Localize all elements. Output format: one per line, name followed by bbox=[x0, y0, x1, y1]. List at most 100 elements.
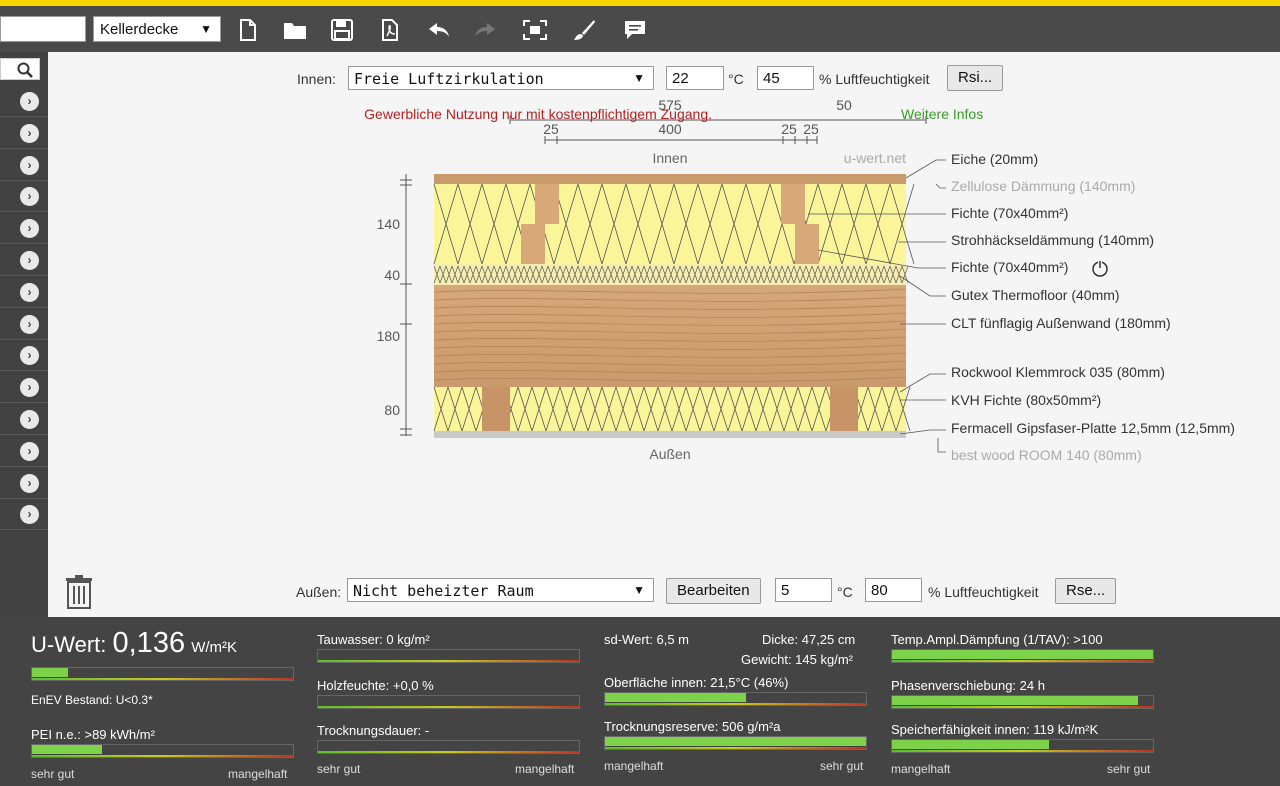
layer-label[interactable]: KVH Fichte (80x50mm²) bbox=[951, 392, 1101, 408]
sidebar-layer-item[interactable]: › bbox=[0, 150, 48, 181]
phase-text: Phasenverschiebung: 24 h bbox=[891, 678, 1045, 693]
layer-eiche[interactable] bbox=[434, 174, 906, 184]
beam-kvh-2[interactable] bbox=[830, 387, 858, 431]
edit-outside-button[interactable]: Bearbeiten bbox=[666, 578, 761, 604]
u-value-number: 0,136 bbox=[112, 627, 186, 659]
layer-label[interactable]: Eiche (20mm) bbox=[951, 151, 1038, 167]
dim-left-4: 80 bbox=[384, 402, 400, 418]
toolbar: Kellerdecke ▼ bbox=[0, 6, 1280, 52]
sidebar-layer-item[interactable]: › bbox=[0, 436, 48, 467]
layer-label[interactable]: Fichte (70x40mm²) bbox=[951, 205, 1068, 221]
inside-climate-value: Freie Luftzirkulation bbox=[354, 70, 544, 88]
open-folder-icon[interactable] bbox=[282, 18, 308, 42]
scale-bad-1: mangelhaft bbox=[228, 767, 288, 781]
chevron-right-icon[interactable]: › bbox=[20, 282, 39, 302]
sidebar-layer-item[interactable]: › bbox=[0, 118, 48, 149]
save-icon[interactable] bbox=[329, 18, 355, 42]
tav-bar bbox=[891, 649, 1154, 663]
chevron-down-icon: ▼ bbox=[633, 71, 645, 85]
fit-screen-icon[interactable] bbox=[522, 18, 548, 42]
beam-fichte-2a[interactable] bbox=[781, 184, 805, 224]
construction-type-select[interactable]: Kellerdecke ▼ bbox=[93, 16, 221, 42]
chevron-down-icon: ▼ bbox=[200, 22, 212, 36]
scale-bad-4: mangelhaft bbox=[891, 762, 951, 776]
chevron-right-icon[interactable]: › bbox=[20, 187, 39, 207]
outside-label: Außen: bbox=[296, 584, 342, 600]
layer-fermacell[interactable] bbox=[434, 431, 906, 438]
u-value-unit: W/m²K bbox=[191, 639, 238, 656]
brush-icon[interactable] bbox=[571, 18, 597, 42]
commercial-use-notice: Gewerbliche Nutzung nur mit kostenpflich… bbox=[364, 106, 712, 122]
layer-label[interactable]: Zellulose Dämmung (140mm) bbox=[951, 178, 1135, 194]
layer-label[interactable]: Fermacell Gipsfaser-Platte 12,5mm (12,5m… bbox=[951, 420, 1235, 436]
layer-label[interactable]: Rockwool Klemmrock 035 (80mm) bbox=[951, 364, 1165, 380]
sidebar-layer-item[interactable]: › bbox=[0, 499, 48, 531]
oberflaeche-text: Oberfläche innen: 21,5°C (46%) bbox=[604, 675, 789, 690]
new-file-icon[interactable] bbox=[235, 18, 261, 42]
results-panel: U-Wert: 0,136 W/m²K EnEV Bestand: U<0.3*… bbox=[0, 617, 1280, 786]
pdf-icon[interactable] bbox=[377, 18, 403, 42]
chevron-right-icon[interactable]: › bbox=[20, 219, 39, 239]
chevron-right-icon[interactable]: › bbox=[20, 378, 39, 398]
outside-temp-input[interactable]: 5 bbox=[775, 578, 832, 602]
chevron-right-icon[interactable]: › bbox=[20, 92, 39, 111]
chevron-right-icon[interactable]: › bbox=[20, 251, 39, 270]
outside-climate-select[interactable]: Nicht beheizter Raum ▼ bbox=[347, 578, 654, 602]
project-name-input[interactable] bbox=[0, 16, 86, 42]
sidebar-layer-item[interactable]: › bbox=[0, 468, 48, 499]
sidebar-layer-item[interactable]: › bbox=[0, 309, 48, 340]
inside-humidity-input[interactable]: 45 bbox=[757, 66, 814, 90]
layer-gutex[interactable] bbox=[434, 264, 906, 285]
dim-d4: 25 bbox=[803, 121, 819, 137]
chevron-right-icon[interactable]: › bbox=[20, 505, 39, 525]
redo-icon[interactable] bbox=[472, 18, 498, 42]
layer-label[interactable]: Fichte (70x40mm²) bbox=[951, 259, 1068, 275]
comment-icon[interactable] bbox=[622, 18, 648, 42]
inside-climate-select[interactable]: Freie Luftzirkulation ▼ bbox=[348, 66, 654, 90]
sidebar-layer-item[interactable]: › bbox=[0, 181, 48, 213]
rse-button[interactable]: Rse... bbox=[1055, 578, 1117, 604]
layer-label[interactable]: CLT fünflagig Außenwand (180mm) bbox=[951, 315, 1171, 331]
chevron-right-icon[interactable]: › bbox=[20, 123, 39, 143]
pei-text: PEI n.e.: >89 kWh/m² bbox=[31, 727, 155, 742]
sidebar-layer-item[interactable]: › bbox=[0, 277, 48, 308]
sidebar-layer-item[interactable]: › bbox=[0, 245, 48, 276]
inside-side-label: Innen bbox=[652, 150, 687, 166]
layer-label[interactable]: Gutex Thermofloor (40mm) bbox=[951, 287, 1120, 303]
power-icon[interactable] bbox=[1092, 260, 1108, 277]
undo-icon[interactable] bbox=[426, 18, 452, 42]
trash-icon[interactable] bbox=[64, 574, 94, 610]
layer-label[interactable]: best wood ROOM 140 (80mm) bbox=[951, 447, 1142, 463]
enev-text: EnEV Bestand: U<0.3* bbox=[31, 693, 153, 707]
layer-label[interactable]: Strohhäckseldämmung (140mm) bbox=[951, 232, 1154, 248]
beam-fichte-1b[interactable] bbox=[521, 224, 545, 264]
inside-temp-unit: °C bbox=[728, 71, 744, 87]
dim-d1: 25 bbox=[543, 121, 559, 137]
beam-kvh-1[interactable] bbox=[482, 387, 510, 431]
chevron-right-icon[interactable]: › bbox=[20, 410, 39, 429]
sidebar-search-input[interactable] bbox=[0, 58, 40, 80]
more-info-link[interactable]: Weitere Infos bbox=[901, 106, 983, 122]
sidebar-layer-item[interactable]: › bbox=[0, 213, 48, 245]
scale-bad-2: mangelhaft bbox=[515, 762, 575, 776]
search-icon[interactable] bbox=[17, 62, 33, 78]
beam-fichte-1a[interactable] bbox=[535, 184, 559, 224]
oberflaeche-bar bbox=[604, 692, 867, 706]
trocknungsdauer-text: Trocknungsdauer: - bbox=[317, 723, 430, 738]
outside-humidity-input[interactable]: 80 bbox=[865, 578, 922, 602]
inside-humidity-label: % Luftfeuchtigkeit bbox=[819, 71, 930, 87]
chevron-right-icon[interactable]: › bbox=[20, 441, 39, 461]
chevron-right-icon[interactable]: › bbox=[20, 473, 39, 493]
pei-bar bbox=[31, 744, 294, 758]
inside-temp-input[interactable]: 22 bbox=[666, 66, 724, 90]
rsi-button[interactable]: Rsi... bbox=[947, 65, 1004, 91]
sidebar-layer-item[interactable]: › bbox=[0, 372, 48, 404]
sidebar-layer-item[interactable]: › bbox=[0, 86, 48, 117]
chevron-right-icon[interactable]: › bbox=[20, 314, 39, 334]
sidebar-layer-item[interactable]: › bbox=[0, 404, 48, 435]
sidebar-layer-item[interactable]: › bbox=[0, 340, 48, 372]
beam-fichte-2b[interactable] bbox=[795, 224, 819, 264]
trocknungsdauer-bar bbox=[317, 740, 580, 754]
chevron-right-icon[interactable]: › bbox=[20, 346, 39, 366]
chevron-right-icon[interactable]: › bbox=[20, 155, 39, 175]
